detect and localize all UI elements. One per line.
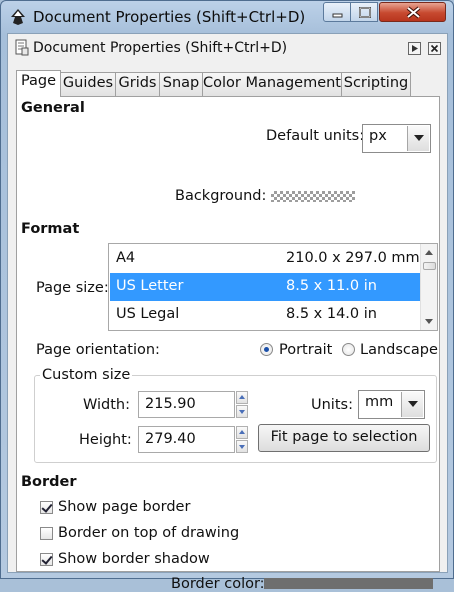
units-select[interactable]: mm <box>358 390 425 419</box>
height-stepper[interactable] <box>236 426 248 453</box>
page-size-dims: 8.5 x 14.0 in <box>286 306 377 322</box>
width-label: Width: <box>83 397 131 413</box>
scroll-thumb[interactable] <box>423 262 436 270</box>
border-heading: Border <box>21 474 77 490</box>
portrait-label[interactable]: Portrait <box>279 342 332 358</box>
show-border-shadow-checkbox[interactable] <box>40 553 53 566</box>
chevron-down-icon <box>401 392 423 417</box>
title-bar[interactable]: Document Properties (Shift+Ctrl+D) <box>1 1 453 33</box>
height-value: 279.40 <box>145 431 196 447</box>
document-properties-window: Document Properties (Shift+Ctrl+D) Docum… <box>0 0 454 592</box>
minimize-icon <box>332 13 343 18</box>
border-on-top-label[interactable]: Border on top of drawing <box>58 525 239 541</box>
show-border-shadow-label[interactable]: Show border shadow <box>58 551 210 567</box>
border-on-top-checkbox[interactable] <box>40 527 53 540</box>
vertical-scrollbar[interactable] <box>420 244 437 330</box>
width-value: 215.90 <box>145 396 196 412</box>
page-size-dims: 8.5 x 11.0 in <box>286 278 377 294</box>
border-color-label: Border color: <box>171 576 265 592</box>
undock-icon[interactable] <box>408 42 421 55</box>
decrement-icon[interactable] <box>236 440 248 453</box>
page-tab-panel: General Default units: px Background: Fo… <box>16 96 440 592</box>
background-color-swatch[interactable] <box>271 191 355 202</box>
increment-icon[interactable] <box>236 391 248 404</box>
maximize-icon <box>359 7 371 18</box>
page-size-name: US Legal <box>116 306 180 322</box>
fit-page-to-selection-button[interactable]: Fit page to selection <box>258 424 430 452</box>
units-value: mm <box>365 394 394 410</box>
tab-snap[interactable]: Snap <box>159 72 203 96</box>
tab-color-management[interactable]: Color Management <box>202 72 342 96</box>
dock-header: Document Properties (Shift+Ctrl+D) <box>8 34 447 62</box>
list-item-selected[interactable]: US Letter 8.5 x 11.0 in <box>110 273 421 301</box>
tab-guides[interactable]: Guides <box>60 72 116 96</box>
dock-title: Document Properties (Shift+Ctrl+D) <box>33 40 288 56</box>
general-heading: General <box>21 100 85 116</box>
tab-scripting[interactable]: Scripting <box>341 72 411 96</box>
page-size-list[interactable]: A4 210.0 x 297.0 mm US Letter 8.5 x 11.0… <box>108 243 438 331</box>
border-color-swatch[interactable] <box>264 578 433 589</box>
list-item[interactable]: US Legal 8.5 x 14.0 in <box>110 301 421 329</box>
dock-close-icon[interactable] <box>428 42 441 55</box>
page-size-name: A4 <box>116 250 136 266</box>
landscape-radio[interactable] <box>342 343 355 356</box>
tab-page[interactable]: Page <box>16 70 61 97</box>
page-size-dims: 210.0 x 297.0 mm <box>286 250 420 266</box>
height-field[interactable]: 279.40 <box>138 426 235 453</box>
inkscape-app-icon <box>11 9 25 25</box>
maximize-button[interactable] <box>350 2 378 22</box>
list-item[interactable]: A4 210.0 x 297.0 mm <box>110 245 421 273</box>
format-heading: Format <box>21 221 80 237</box>
window-title: Document Properties (Shift+Ctrl+D) <box>33 8 306 26</box>
scroll-up-arrow-icon[interactable] <box>425 250 433 255</box>
width-stepper[interactable] <box>236 391 248 418</box>
custom-size-legend: Custom size <box>40 367 133 383</box>
default-units-label: Default units: <box>266 128 365 144</box>
default-units-value: px <box>369 128 387 144</box>
landscape-label[interactable]: Landscape <box>360 342 438 358</box>
show-page-border-checkbox[interactable] <box>40 501 53 514</box>
close-button[interactable] <box>379 2 446 22</box>
background-label: Background: <box>175 188 267 204</box>
document-properties-icon <box>15 39 29 56</box>
dialog-client-area: Document Properties (Shift+Ctrl+D) Page … <box>7 33 448 592</box>
decrement-icon[interactable] <box>236 405 248 418</box>
scroll-down-arrow-icon[interactable] <box>425 319 433 324</box>
page-size-label: Page size: <box>36 280 109 296</box>
chevron-down-icon <box>407 126 429 151</box>
page-orientation-label: Page orientation: <box>36 342 160 358</box>
height-label: Height: <box>79 432 132 448</box>
tab-grids[interactable]: Grids <box>115 72 160 96</box>
close-icon <box>406 6 421 19</box>
page-size-name: US Letter <box>116 278 184 294</box>
default-units-select[interactable]: px <box>362 124 431 153</box>
units-label: Units: <box>311 397 353 413</box>
increment-icon[interactable] <box>236 426 248 439</box>
width-field[interactable]: 215.90 <box>138 391 235 418</box>
minimize-button[interactable] <box>323 2 351 22</box>
portrait-radio[interactable] <box>260 343 273 356</box>
show-page-border-label[interactable]: Show page border <box>58 499 190 515</box>
